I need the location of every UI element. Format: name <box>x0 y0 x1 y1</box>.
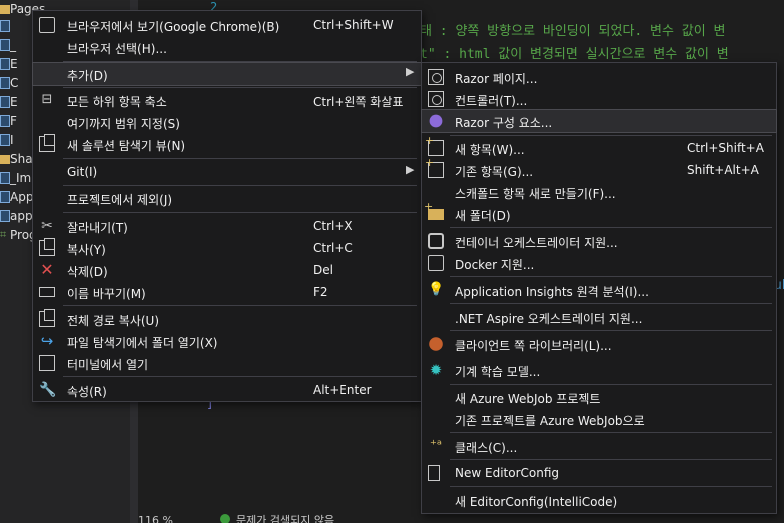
menu-item-git[interactable]: Git(I) ▶ <box>33 161 421 183</box>
submenu-item-existing-item[interactable]: 기존 항목(G)... Shift+Alt+A <box>422 156 776 181</box>
submenu-item-application-insights[interactable]: 💡 Application Insights 원격 분석(I)... <box>422 279 776 301</box>
submenu-item-controller[interactable]: 컨트롤러(T)... <box>422 88 776 110</box>
client-library-icon <box>429 337 443 351</box>
razor-file-icon <box>0 20 10 32</box>
menu-item-new-explorer-view[interactable]: 새 솔루션 탐색기 뷰(N) <box>33 133 421 155</box>
submenu-item-machine-learning-model[interactable]: ✹ 기계 학습 모델... <box>422 359 776 381</box>
separator <box>63 185 417 186</box>
menu-item-scope-to-this[interactable]: 여기까지 범위 지정(S) <box>33 111 421 133</box>
submenu-item-razor-component[interactable]: Razor 구성 요소... <box>421 109 777 133</box>
submenu-item-new-scaffolded-item[interactable]: 스캐폴드 항목 새로 만들기(F)... <box>422 181 776 203</box>
code-comment-line: t" : html 값이 변경되면 실시간으로 변수 값이 변 <box>420 47 729 62</box>
cut-icon: ✂ <box>41 218 53 234</box>
razor-file-icon <box>0 39 10 51</box>
menu-item-select-browser[interactable]: 브라우저 선택(H)... <box>33 36 421 58</box>
check-icon <box>220 514 230 523</box>
insights-bulb-icon: 💡 <box>428 282 445 297</box>
razor-file-icon <box>0 134 10 146</box>
submenu-item-existing-as-azure-webjob[interactable]: 기존 프로젝트를 Azure WebJob으로 <box>422 408 776 430</box>
submenu-item-class[interactable]: ⁺ᵃ 클래스(C)... <box>422 435 776 457</box>
class-icon: ⁺ᵃ <box>430 438 442 453</box>
separator <box>450 330 772 331</box>
menu-item-copy-full-path[interactable]: 전체 경로 복사(U) <box>33 308 421 330</box>
rename-icon <box>39 287 55 297</box>
razor-file-icon <box>0 115 10 127</box>
menu-item-open-in-file-explorer[interactable]: ↪ 파일 탐색기에서 폴더 열기(X) <box>33 330 421 352</box>
menu-item-cut[interactable]: ✂ 잘라내기(T) Ctrl+X <box>33 215 421 237</box>
menu-item-copy[interactable]: 복사(Y) Ctrl+C <box>33 237 421 259</box>
terminal-icon <box>39 355 55 371</box>
menu-item-open-in-terminal[interactable]: 터미널에서 열기 <box>33 352 421 374</box>
separator <box>450 486 772 487</box>
docker-icon <box>428 255 444 271</box>
chevron-right-icon: ▶ <box>406 163 415 176</box>
razor-file-icon <box>0 96 10 108</box>
new-item-icon <box>425 134 444 156</box>
separator <box>450 459 772 460</box>
menu-item-view-in-browser[interactable]: 브라우저에서 보기(Google Chrome)(B) Ctrl+Shift+W <box>33 14 421 36</box>
collapse-icon: ⊟ <box>41 92 53 107</box>
separator <box>450 432 772 433</box>
file-icon <box>428 465 440 481</box>
chevron-right-icon: ▶ <box>406 65 415 78</box>
separator <box>450 227 772 228</box>
separator <box>450 135 772 136</box>
razor-file-icon <box>0 77 10 89</box>
separator <box>450 303 772 304</box>
code-comment-line: 태 : 양쪽 방향으로 바인딩이 되었다. 변수 값이 변 <box>420 24 726 39</box>
razor-page-icon <box>428 69 444 85</box>
csharp-file-icon: ⌗ <box>0 228 7 241</box>
separator <box>450 384 772 385</box>
new-view-icon <box>39 134 55 152</box>
submenu-item-new-editorconfig[interactable]: New EditorConfig <box>422 462 776 484</box>
browser-icon <box>39 17 55 33</box>
menu-item-exclude-from-project[interactable]: 프로젝트에서 제외(J) <box>33 187 421 209</box>
new-folder-icon <box>424 200 444 220</box>
submenu-item-docker-support[interactable]: Docker 지원... <box>422 252 776 274</box>
submenu-item-container-orchestrator[interactable]: 컨테이너 오케스트레이터 지원... <box>422 230 776 252</box>
menu-item-properties[interactable]: 🔧 속성(R) Alt+Enter <box>33 379 421 401</box>
submenu-item-new-azure-webjob[interactable]: 새 Azure WebJob 프로젝트 <box>422 386 776 408</box>
wrench-icon: 🔧 <box>39 382 57 398</box>
issues-status[interactable]: 문제가 검색되지 않음 <box>236 515 334 523</box>
submenu-item-aspire-orchestrator[interactable]: .NET Aspire 오케스트레이터 지원... <box>422 306 776 328</box>
folder-icon <box>0 5 10 14</box>
submenu-item-razor-page[interactable]: Razor 페이지... <box>422 66 776 88</box>
submenu-item-new-folder[interactable]: 새 폴더(D) <box>422 200 776 225</box>
submenu-item-new-item[interactable]: 새 항목(W)... Ctrl+Shift+A <box>422 134 776 159</box>
separator <box>63 87 417 88</box>
menu-item-delete[interactable]: ✕ 삭제(D) Del <box>33 259 421 281</box>
open-folder-icon: ↪ <box>40 332 54 350</box>
machine-learning-icon: ✹ <box>429 361 443 379</box>
menu-item-add[interactable]: 추가(D) ▶ <box>32 62 422 86</box>
separator <box>63 376 417 377</box>
separator <box>63 61 417 62</box>
razor-file-icon <box>0 58 10 70</box>
submenu-item-client-library[interactable]: 클라이언트 쪽 라이브러리(L)... <box>422 333 776 355</box>
separator <box>450 276 772 277</box>
separator <box>63 212 417 213</box>
zoom-level[interactable]: 116 % <box>138 515 173 523</box>
menu-item-rename[interactable]: 이름 바꾸기(M) F2 <box>33 281 421 303</box>
menu-item-collapse-all[interactable]: ⊟ 모든 하위 항목 축소 Ctrl+왼쪽 화살표 <box>33 89 421 111</box>
separator <box>63 158 417 159</box>
razor-component-icon <box>429 114 443 128</box>
json-file-icon <box>0 210 10 222</box>
razor-file-icon <box>0 191 10 203</box>
context-menu: 브라우저에서 보기(Google Chrome)(B) Ctrl+Shift+W… <box>32 10 422 402</box>
folder-icon <box>0 155 10 164</box>
separator <box>63 305 417 306</box>
submenu-item-new-editorconfig-intellicode[interactable]: 새 EditorConfig(IntelliCode) <box>422 489 776 511</box>
container-icon <box>428 233 444 249</box>
existing-item-icon <box>425 156 444 178</box>
copy-path-icon <box>39 309 55 327</box>
controller-icon <box>428 91 444 107</box>
copy-icon <box>39 238 55 256</box>
add-submenu: Razor 페이지... 컨트롤러(T)... Razor 구성 요소... 새… <box>421 62 777 514</box>
razor-file-icon <box>0 172 10 184</box>
delete-icon: ✕ <box>40 260 54 279</box>
